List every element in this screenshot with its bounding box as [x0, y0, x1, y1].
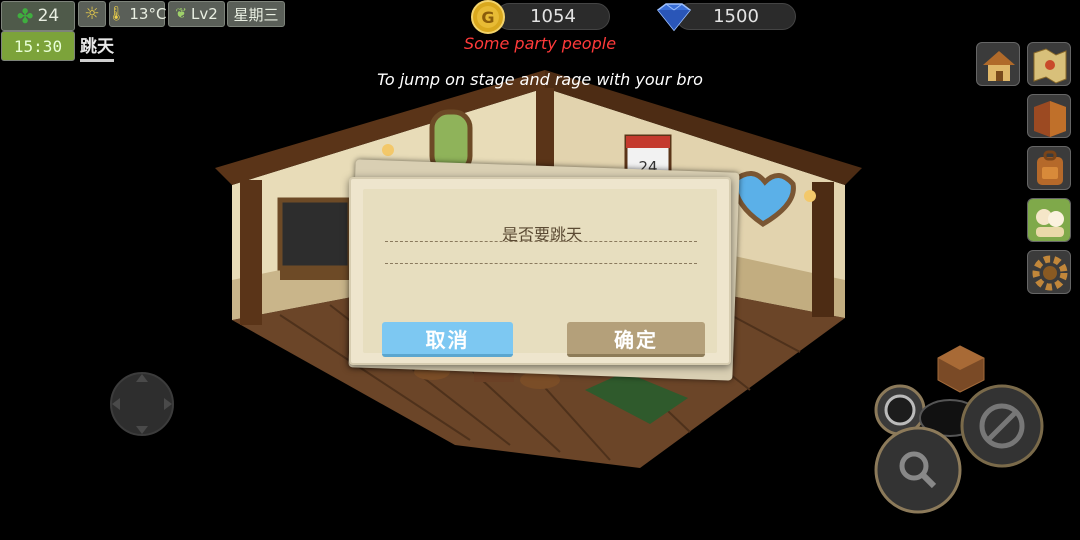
leaf-icon: ❦ — [175, 6, 187, 22]
level-text: Lv2 — [190, 5, 218, 23]
clover-icon: ✤ — [16, 4, 34, 28]
temperature-text: 13°C — [129, 5, 167, 23]
weekday-indicator: 星期三 — [227, 1, 285, 27]
gold-balance: 1054 — [496, 3, 610, 30]
map-button[interactable] — [1027, 42, 1071, 86]
weather-indicator: ☼ — [78, 1, 106, 27]
level-indicator: ❦ Lv2 — [168, 1, 225, 27]
backpack-icon — [1037, 150, 1063, 185]
dialog-divider-bottom — [385, 263, 697, 264]
movement-joystick[interactable] — [108, 370, 176, 438]
search-button[interactable] — [874, 426, 962, 514]
clover-counter[interactable]: ✤ 24 — [1, 1, 75, 31]
confirm-button[interactable]: 确定 — [567, 322, 705, 357]
diamond-icon — [656, 3, 692, 32]
book-icon — [1034, 101, 1066, 137]
svg-text:G: G — [481, 8, 494, 27]
dialog-divider-top — [385, 241, 697, 242]
backpack-button[interactable] — [1027, 146, 1071, 190]
friends-button[interactable] — [1027, 198, 1071, 242]
gear-icon — [1032, 255, 1068, 291]
book-button[interactable] — [1027, 94, 1071, 138]
settings-button[interactable] — [1027, 250, 1071, 294]
temperature-indicator: 🌡 13°C — [107, 1, 167, 27]
house-button[interactable] — [976, 42, 1020, 86]
coin-icon: G — [471, 0, 505, 34]
jump-confirm-dialog: 是否要跳天 取消 确定 — [349, 177, 731, 365]
action-buttons — [874, 345, 1044, 514]
thermometer-icon: 🌡 — [107, 6, 126, 22]
cancel-button[interactable]: 取消 — [382, 322, 513, 357]
cancel-action-button[interactable] — [960, 384, 1044, 468]
item-box-icon[interactable] — [937, 345, 985, 393]
song-lyric-line: To jump on stage and rage with your bro — [377, 70, 703, 89]
song-title: Some party people — [463, 34, 617, 53]
friends-icon — [1028, 199, 1070, 241]
house-icon — [983, 51, 1015, 81]
map-icon — [1033, 48, 1067, 84]
sun-icon: ☼ — [84, 4, 100, 24]
clover-count: 24 — [37, 6, 60, 26]
